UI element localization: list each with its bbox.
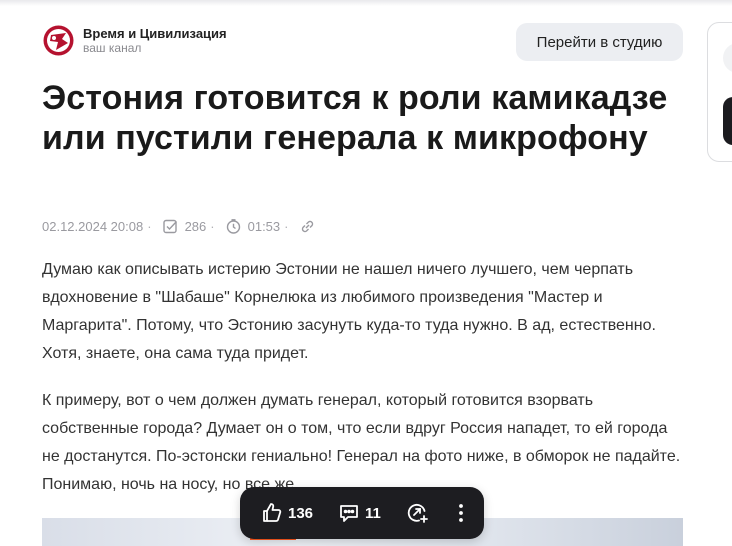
channel-logo-icon — [43, 25, 74, 56]
like-button[interactable]: 136 — [260, 501, 313, 525]
link-icon[interactable] — [299, 218, 316, 235]
publish-date: 02.12.2024 20:08 — [42, 219, 144, 234]
channel-header[interactable]: Время и Цивилизация ваш канал — [42, 24, 227, 57]
article-action-bar: 136 11 — [240, 487, 484, 539]
likes-count: 136 — [288, 504, 314, 522]
article-title: Эстония готовится к роли камикадзе или п… — [42, 79, 668, 157]
meta-separator: · — [284, 219, 289, 234]
meta-separator: · — [210, 219, 215, 234]
channel-name[interactable]: Время и Цивилизация — [83, 26, 227, 41]
article-paragraph: Думаю как описывать истерию Эстонии не н… — [42, 261, 656, 362]
comments-count: 11 — [365, 504, 381, 522]
read-time: 01:53 — [247, 219, 281, 234]
comment-button[interactable]: 11 — [337, 501, 381, 525]
side-panel-dark-block[interactable] — [723, 97, 732, 145]
article-meta: 02.12.2024 20:08 · 286 · 01:53 · — [42, 218, 318, 235]
article-paragraph: К примеру, вот о чем должен думать генер… — [42, 392, 681, 493]
more-vertical-icon — [458, 504, 463, 522]
top-bar-shadow — [0, 0, 732, 6]
checkbox-icon — [162, 218, 179, 235]
channel-avatar[interactable] — [42, 24, 75, 57]
go-to-studio-button[interactable]: Перейти в студию — [516, 23, 683, 61]
thumbs-up-icon — [263, 503, 282, 522]
channel-subtitle: ваш канал — [83, 40, 142, 55]
meta-separator: · — [147, 219, 152, 234]
reads-count: 286 — [184, 219, 207, 234]
side-panel-button[interactable] — [723, 43, 732, 73]
clock-icon — [225, 218, 242, 235]
more-button[interactable] — [449, 501, 473, 525]
side-panel-card — [707, 22, 732, 162]
repost-button[interactable] — [405, 501, 429, 525]
repost-icon — [407, 503, 428, 523]
comment-icon — [340, 505, 358, 522]
